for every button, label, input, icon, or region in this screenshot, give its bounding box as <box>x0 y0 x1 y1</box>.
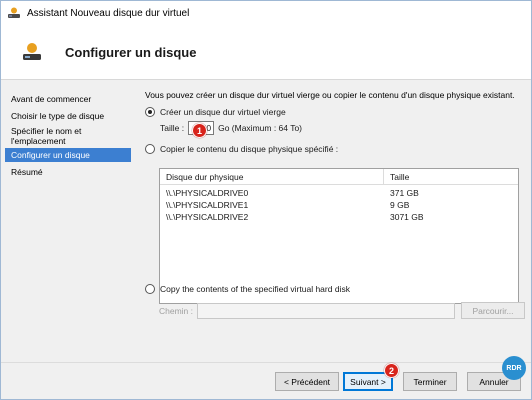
nav-item-avant-de-commencer[interactable]: Avant de commencer <box>5 92 131 106</box>
nav-item-specifier-nom[interactable]: Spécifier le nom et l'emplacement <box>5 124 101 148</box>
nav-item-choisir-type[interactable]: Choisir le type de disque <box>5 109 131 123</box>
wizard-window: Assistant Nouveau disque dur virtuel Con… <box>0 0 532 400</box>
wizard-body: Avant de commencer Choisir le type de di… <box>1 80 531 362</box>
size-row: Taille : 30 Go (Maximum : 64 To) <box>160 121 527 135</box>
column-header-disque[interactable]: Disque dur physique <box>160 169 384 184</box>
disk-size-cell: 371 GB <box>390 188 419 198</box>
description-text: Vous pouvez créer un disque dur virtuel … <box>145 90 515 100</box>
option-blank-row[interactable]: Créer un disque dur virtuel vierge <box>145 107 527 117</box>
content-panel: Vous pouvez créer un disque dur virtuel … <box>145 90 527 154</box>
finish-button[interactable]: Terminer <box>403 372 457 391</box>
table-row[interactable]: \\.\PHYSICALDRIVE2 3071 GB <box>160 211 518 223</box>
path-label: Chemin : <box>159 305 194 316</box>
previous-button[interactable]: < Précédent <box>275 372 339 391</box>
title-bar[interactable]: Assistant Nouveau disque dur virtuel <box>1 1 531 25</box>
column-header-taille[interactable]: Taille <box>384 169 518 184</box>
watermark-logo: RDR <box>502 356 526 380</box>
nav-item-configurer-disque[interactable]: Configurer un disque <box>5 148 131 162</box>
option-physical-label: Copier le contenu du disque physique spé… <box>160 144 339 154</box>
window-title: Assistant Nouveau disque dur virtuel <box>27 7 190 19</box>
nav-item-resume[interactable]: Résumé <box>5 165 131 179</box>
browse-button[interactable]: Parcourir... <box>461 302 525 319</box>
table-row[interactable]: \\.\PHYSICALDRIVE1 9 GB <box>160 199 518 211</box>
annotation-badge: 1 <box>192 123 207 138</box>
wizard-footer: < Précédent Suivant > Terminer Annuler <box>1 362 531 399</box>
table-row[interactable]: \\.\PHYSICALDRIVE0 371 GB <box>160 187 518 199</box>
option-physical-radio[interactable] <box>145 144 155 154</box>
disk-name-cell: \\.\PHYSICALDRIVE1 <box>166 200 249 210</box>
option-blank-label: Créer un disque dur virtuel vierge <box>160 107 286 117</box>
disk-name-cell: \\.\PHYSICALDRIVE2 <box>166 212 249 222</box>
table-header: Disque dur physique Taille <box>160 169 518 185</box>
virtual-disk-icon <box>7 7 21 19</box>
option-physical-row[interactable]: Copier le contenu du disque physique spé… <box>145 144 527 154</box>
option-virtual-row[interactable]: Copy the contents of the specified virtu… <box>145 284 350 294</box>
option-virtual-label: Copy the contents of the specified virtu… <box>160 284 350 294</box>
path-input[interactable] <box>197 302 455 319</box>
disk-size-cell: 9 GB <box>390 200 410 210</box>
option-virtual-radio[interactable] <box>145 284 155 294</box>
virtual-disk-icon <box>21 42 43 62</box>
page-header: Configurer un disque <box>1 25 531 79</box>
wizard-step-nav: Avant de commencer Choisir le type de di… <box>5 92 131 179</box>
size-label: Taille : <box>160 123 185 133</box>
option-blank-radio[interactable] <box>145 107 155 117</box>
page-title: Configurer un disque <box>65 44 197 60</box>
size-unit-label: Go (Maximum : 64 To) <box>218 123 303 133</box>
disk-size-cell: 3071 GB <box>390 212 424 222</box>
path-row: Chemin : Parcourir... <box>159 302 525 319</box>
disk-name-cell: \\.\PHYSICALDRIVE0 <box>166 188 249 198</box>
annotation-badge: 2 <box>384 363 399 378</box>
